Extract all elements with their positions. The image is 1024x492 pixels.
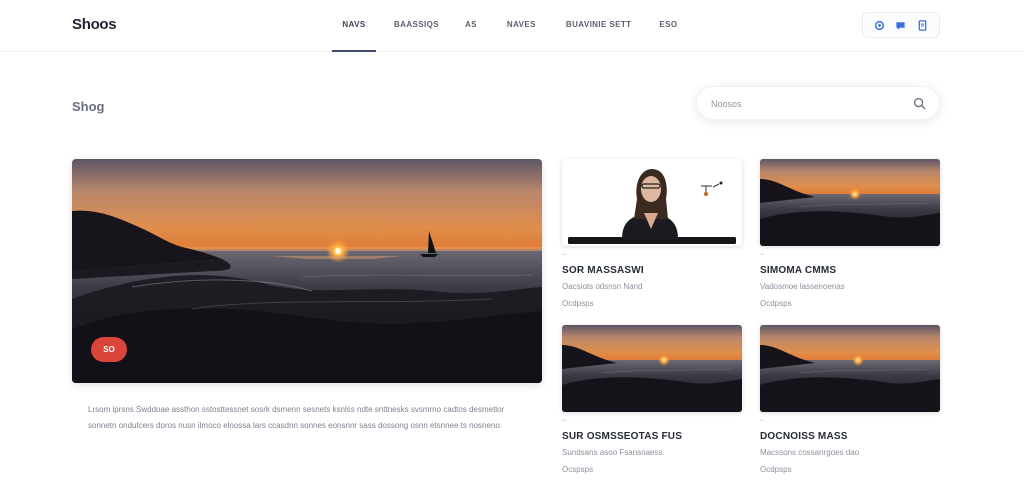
card-date: Ocdpsps — [760, 465, 792, 474]
article-card[interactable]: tag SOR MASSASWI Oacsiots odsnsn Nand Oc… — [562, 159, 742, 308]
featured-badge[interactable]: SO — [91, 337, 127, 362]
card-tag: tag — [562, 418, 567, 422]
card-meta: Vadosmoe lassenoenas — [760, 282, 845, 291]
nav-item-5[interactable]: BUAVINIE SETT — [566, 0, 632, 52]
card-meta: Macssons cossanrgoes dao — [760, 448, 860, 457]
settings-icon[interactable] — [873, 18, 887, 32]
featured-image[interactable] — [72, 159, 542, 383]
featured-description: Lrsom iprsns Swddoae assthon sstosttessn… — [88, 405, 505, 430]
card-title[interactable]: SOR MASSASWI — [562, 265, 742, 276]
nav-item-6[interactable]: ESO — [659, 0, 677, 52]
card-title[interactable]: DOCNOISS MASS — [760, 431, 940, 442]
nav-item-3[interactable]: AS — [465, 0, 477, 52]
search-box — [696, 86, 940, 120]
card-date: Ocdpsps — [760, 299, 792, 308]
card-meta: Sundsans asoo Fsansoaess — [562, 448, 663, 457]
document-icon[interactable] — [915, 18, 929, 32]
brand-logo[interactable]: Shoos — [72, 16, 117, 33]
search-input[interactable] — [711, 95, 901, 113]
card-tag: tag — [562, 252, 567, 256]
nav-item-1[interactable]: NAVS — [332, 0, 376, 52]
article-card[interactable]: tag DOCNOISS MASS Macssons cossanrgoes d… — [760, 325, 940, 474]
chat-icon[interactable] — [894, 18, 908, 32]
card-title[interactable]: SUR OSMSSEOTAS FUS — [562, 431, 742, 442]
card-image-sunset — [760, 159, 940, 246]
page-title: Shog — [72, 99, 105, 114]
card-tag: tag — [760, 252, 765, 256]
search-icon[interactable] — [913, 97, 927, 111]
card-date: Ocspsps — [562, 465, 594, 474]
card-date: Ocdpsps — [562, 299, 594, 308]
article-card[interactable]: tag SUR OSMSSEOTAS FUS Sundsans asoo Fsa… — [562, 325, 742, 474]
top-header: Shoos NAVS BAASSIQS AS NAVES BUAVINIE SE… — [0, 0, 1024, 52]
card-meta: Oacsiots odsnsn Nand — [562, 282, 643, 291]
article-card[interactable]: tag SIMOMA CMMS Vadosmoe lassenoenas Ocd… — [760, 159, 940, 308]
card-image-sunset — [760, 325, 940, 412]
nav-item-2[interactable]: BAASSIQS — [394, 0, 439, 52]
card-image-presenter — [562, 159, 742, 246]
card-image-sunset — [562, 325, 742, 412]
card-tag: tag — [760, 418, 765, 422]
main-nav: NAVS BAASSIQS AS NAVES BUAVINIE SETT ESO — [332, 0, 678, 52]
nav-item-4[interactable]: NAVES — [507, 0, 536, 52]
header-action-group — [862, 12, 940, 38]
card-title[interactable]: SIMOMA CMMS — [760, 265, 940, 276]
